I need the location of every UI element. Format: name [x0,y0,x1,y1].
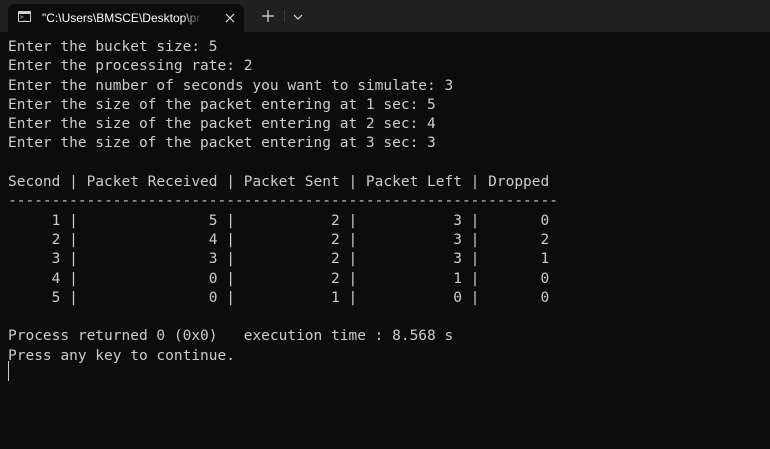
console-line: 4 | 0 | 2 | 1 | 0 [8,270,550,287]
console-line: Process returned 0 (0x0) execution time … [8,328,454,345]
console-line: Enter the number of seconds you want to … [8,77,454,94]
console-icon-glyph: >_ [20,14,27,21]
console-line: ----------------------------------------… [8,193,558,210]
console-line: Enter the size of the packet entering at… [8,135,436,152]
titlebar-divider [284,10,285,22]
console-text: Enter the bucket size: 5 Enter the proce… [8,38,558,366]
title-bar: >_ "C:\Users\BMSCE\Desktop\pr [0,0,770,32]
console-line: Enter the size of the packet entering at… [8,96,436,113]
close-icon[interactable] [223,11,237,25]
text-cursor [8,361,9,381]
console-line: 5 | 0 | 1 | 0 | 0 [8,289,550,306]
tab-console[interactable]: >_ "C:\Users\BMSCE\Desktop\pr [8,4,244,32]
console-line: Enter the bucket size: 5 [8,39,218,55]
console-icon: >_ [18,11,31,22]
console-line: Second | Packet Received | Packet Sent |… [8,174,550,191]
console-line: Press any key to continue. [8,347,235,364]
console-line: 3 | 3 | 2 | 3 | 1 [8,251,550,268]
console-line: Enter the size of the packet entering at… [8,116,436,133]
plus-icon[interactable] [260,8,276,24]
tab-title: "C:\Users\BMSCE\Desktop\pr [42,11,201,25]
console-line: 2 | 4 | 2 | 3 | 2 [8,231,550,248]
console-line: Enter the processing rate: 2 [8,58,253,75]
chevron-down-icon[interactable] [291,10,305,24]
console-line: 1 | 5 | 2 | 3 | 0 [8,212,550,229]
console-output-area[interactable]: Enter the bucket size: 5 Enter the proce… [0,32,770,449]
